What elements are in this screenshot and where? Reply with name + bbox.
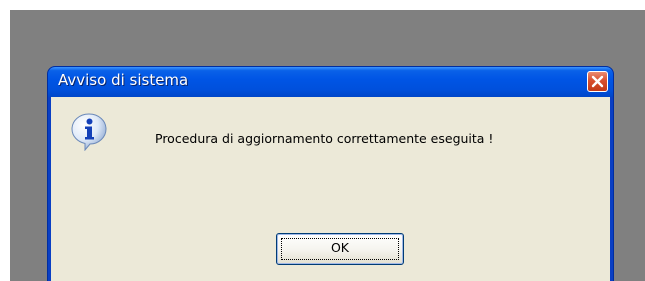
ok-button-label: OK bbox=[330, 240, 350, 255]
info-icon bbox=[71, 113, 107, 151]
dialog-title: Avviso di sistema bbox=[58, 71, 189, 89]
close-button[interactable] bbox=[587, 71, 608, 92]
system-alert-dialog: Avviso di sistema Procedura di aggiornam… bbox=[48, 67, 613, 281]
ok-button[interactable]: OK bbox=[276, 233, 404, 265]
close-icon bbox=[591, 75, 604, 88]
dialog-titlebar[interactable]: Avviso di sistema bbox=[48, 67, 613, 97]
dialog-message: Procedura di aggiornamento correttamente… bbox=[155, 131, 494, 146]
dialog-body: Procedura di aggiornamento correttamente… bbox=[51, 97, 610, 281]
desktop-background: Avviso di sistema Procedura di aggiornam… bbox=[10, 10, 645, 281]
